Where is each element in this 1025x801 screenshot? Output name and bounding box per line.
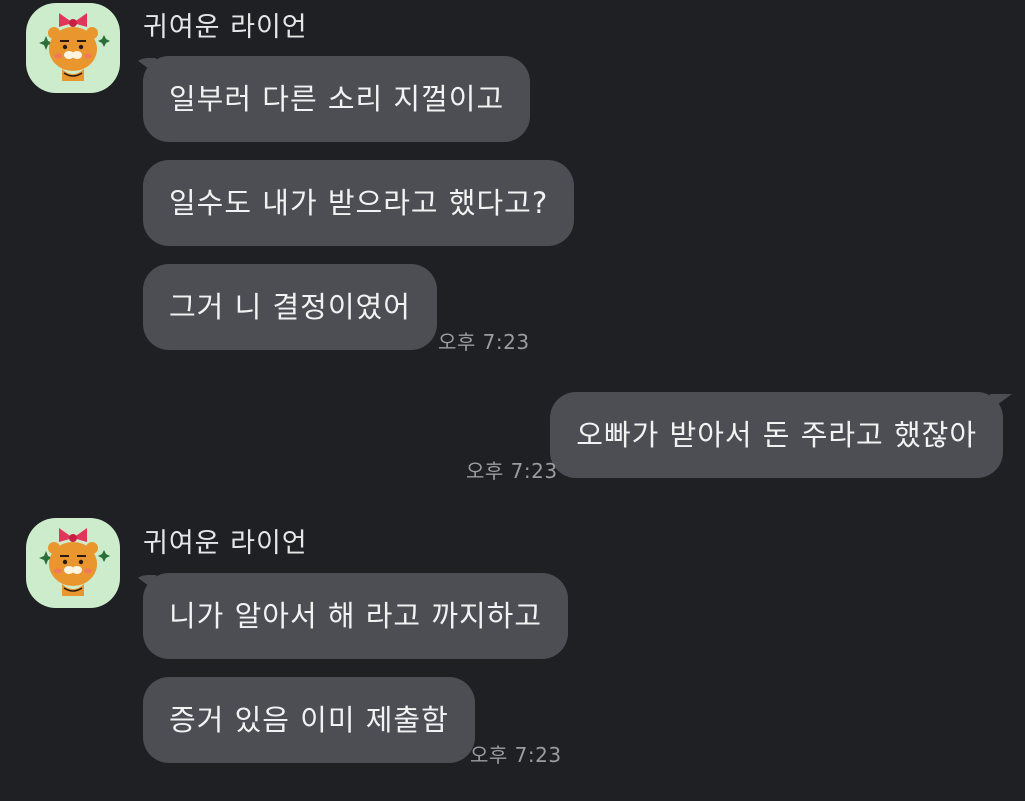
avatar-ryan[interactable] [26, 3, 120, 93]
message-time: 오후 7:23 [466, 459, 558, 483]
message-bubble[interactable]: 일부러 다른 소리 지껄이고 [143, 56, 531, 142]
avatar-ryan[interactable] [26, 518, 120, 608]
message-bubble[interactable]: 니가 알아서 해 라고 까지하고 [143, 573, 569, 659]
sender-name: 귀여운 라이언 [143, 12, 308, 43]
message-time: 오후 7:23 [470, 743, 562, 767]
message-bubble[interactable]: 증거 있음 이미 제출함 [143, 677, 475, 763]
message-bubble[interactable]: 오빠가 받아서 돈 주라고 했잖아 [550, 392, 1003, 478]
message-time: 오후 7:23 [438, 330, 530, 354]
message-bubble[interactable]: 일수도 내가 받으라고 했다고? [143, 160, 575, 246]
sender-name: 귀여운 라이언 [143, 528, 308, 559]
ryan-with-ribbon-icon [39, 528, 110, 596]
ryan-with-ribbon-icon [39, 13, 110, 81]
message-bubble[interactable]: 그거 니 결정이였어 [143, 264, 437, 350]
